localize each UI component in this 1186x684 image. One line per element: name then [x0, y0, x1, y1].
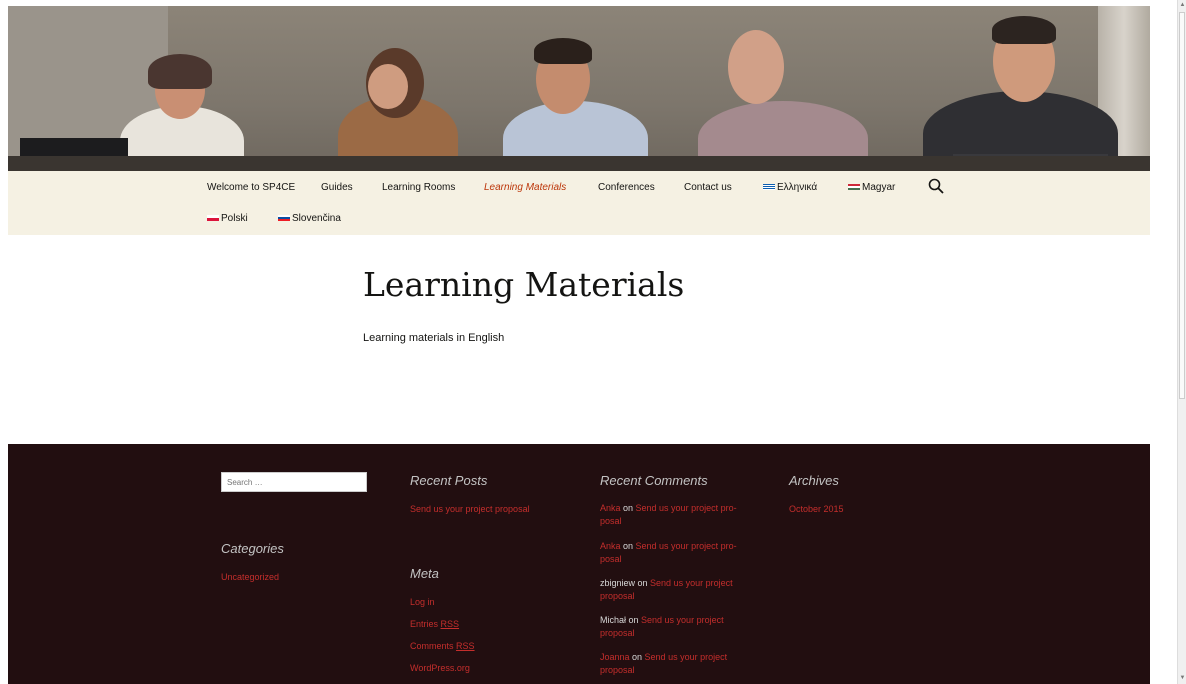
scroll-down-arrow-icon[interactable]: ▼: [1179, 674, 1186, 683]
recent-comments-heading: Recent Comments: [600, 473, 708, 488]
meta-login-link[interactable]: Log in: [410, 597, 435, 607]
categories-heading: Categories: [221, 541, 284, 556]
recent-comment-item: Michał on Send us your project proposal: [600, 615, 724, 638]
nav-item-greek[interactable]: Ελληνικά: [763, 182, 817, 193]
page: Welcome to SP4CE Guides Learning Rooms L…: [8, 6, 1150, 684]
search-icon[interactable]: [928, 178, 944, 194]
nav-item-polish[interactable]: Polski: [207, 213, 248, 224]
nav-item-contact-us[interactable]: Contact us: [684, 182, 732, 193]
vertical-scrollbar[interactable]: ▲ ▼: [1177, 0, 1186, 684]
meta-comments-rss-link[interactable]: Comments RSS: [410, 641, 475, 651]
meta-entries-rss-link[interactable]: Entries RSS: [410, 619, 459, 629]
recent-comment-item: Anka on Send us your project pro-posal: [600, 503, 737, 526]
header-image[interactable]: [8, 6, 1150, 171]
scroll-up-arrow-icon[interactable]: ▲: [1179, 1, 1186, 10]
recent-post-link[interactable]: Send us your project proposal: [410, 504, 530, 514]
scrollbar-thumb[interactable]: [1179, 12, 1185, 399]
recent-comment-item: Joanna on Send us your project proposal: [600, 652, 728, 675]
nav-item-conferences[interactable]: Conferences: [598, 182, 655, 193]
recent-comment-item: Anka on Send us your project pro-posal: [600, 541, 737, 564]
slovak-flag-icon: [278, 215, 290, 222]
polish-flag-icon: [207, 215, 219, 222]
nav-item-learning-materials[interactable]: Learning Materials: [484, 182, 566, 193]
archive-link[interactable]: October 2015: [789, 504, 844, 514]
category-link[interactable]: Uncategorized: [221, 572, 279, 582]
meta-heading: Meta: [410, 566, 439, 581]
main-navigation: Welcome to SP4CE Guides Learning Rooms L…: [8, 171, 1150, 235]
meta-wordpress-link[interactable]: WordPress.org: [410, 663, 470, 673]
page-description: Learning materials in English: [363, 332, 505, 344]
nav-item-slovak[interactable]: Slovenčina: [278, 213, 341, 224]
hungarian-flag-icon: [848, 184, 860, 191]
archives-heading: Archives: [789, 473, 839, 488]
greek-flag-icon: [763, 184, 775, 191]
nav-item-guides[interactable]: Guides: [321, 182, 353, 193]
recent-posts-heading: Recent Posts: [410, 473, 488, 488]
footer-widgets: Categories Uncategorized Recent Posts Se…: [8, 444, 1150, 684]
search-input[interactable]: [221, 472, 367, 492]
nav-item-learning-rooms[interactable]: Learning Rooms: [382, 182, 455, 193]
nav-item-hungarian[interactable]: Magyar: [848, 182, 895, 193]
recent-comment-item: zbigniew on Send us your project proposa…: [600, 578, 733, 601]
main-content: Learning Materials Learning materials in…: [8, 235, 1150, 444]
nav-item-welcome[interactable]: Welcome to SP4CE: [207, 182, 295, 193]
page-title: Learning Materials: [363, 265, 685, 304]
